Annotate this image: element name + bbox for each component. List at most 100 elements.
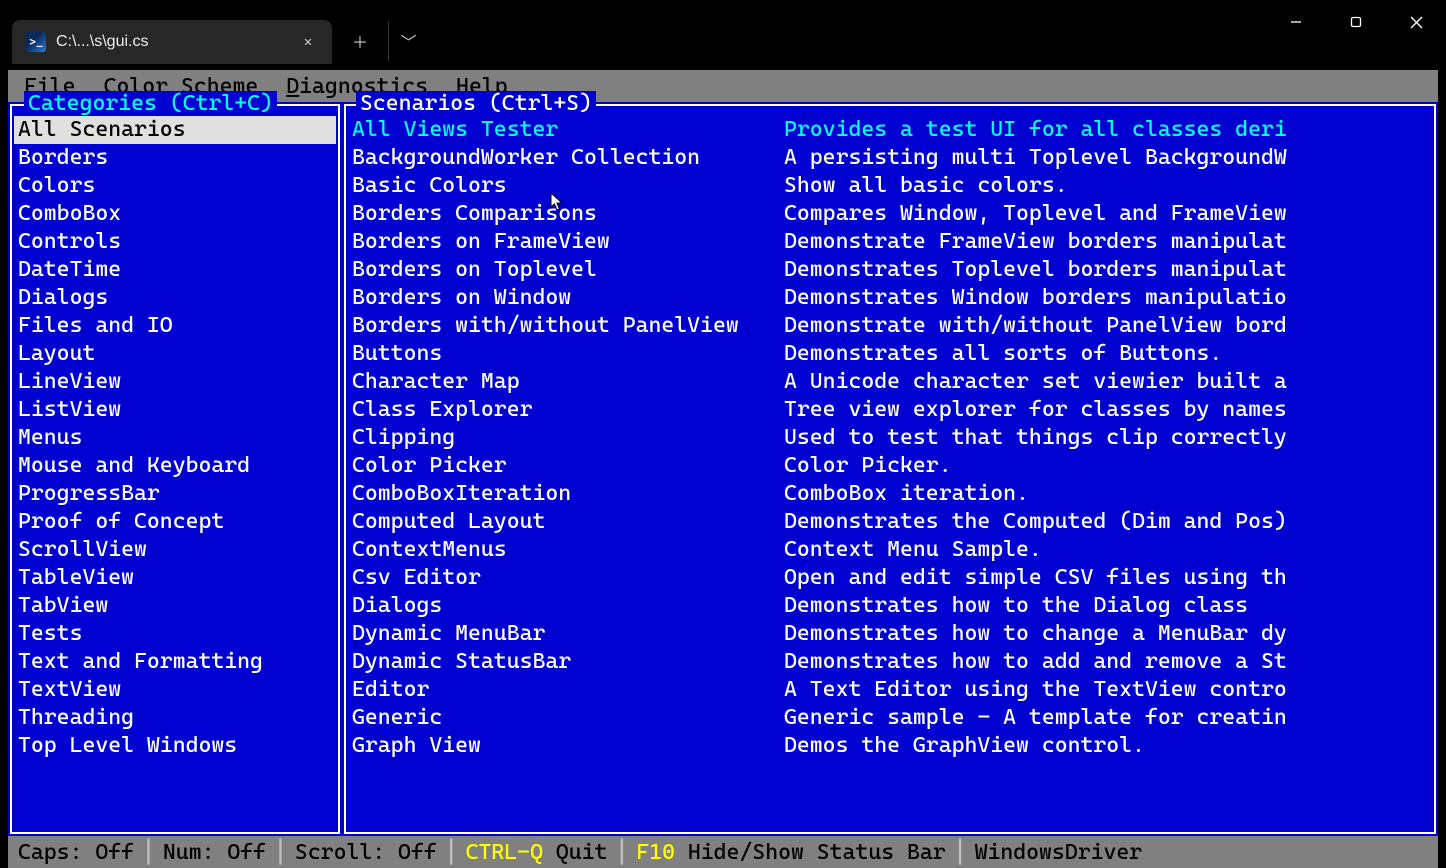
scenario-description: Demos the GraphView control.	[784, 732, 1428, 760]
category-item[interactable]: ComboBox	[14, 200, 336, 228]
scenario-item[interactable]: Borders with/without PanelViewDemonstrat…	[348, 312, 1432, 340]
minimize-button[interactable]	[1266, 0, 1326, 44]
category-item[interactable]: Top Level Windows	[14, 732, 336, 760]
category-item[interactable]: Threading	[14, 704, 336, 732]
scenario-name: Csv Editor	[352, 564, 784, 592]
scenario-name: ContextMenus	[352, 536, 784, 564]
category-item[interactable]: ListView	[14, 396, 336, 424]
scenario-description: Demonstrates Toplevel borders manipulat	[784, 256, 1428, 284]
category-item[interactable]: Layout	[14, 340, 336, 368]
scenario-name: Editor	[352, 676, 784, 704]
close-window-button[interactable]	[1386, 0, 1446, 44]
category-item[interactable]: Proof of Concept	[14, 508, 336, 536]
scenario-item[interactable]: Borders ComparisonsCompares Window, Topl…	[348, 200, 1432, 228]
scenario-name: Computed Layout	[352, 508, 784, 536]
categories-frame: Categories (Ctrl+C) All ScenariosBorders…	[10, 104, 340, 834]
scenario-description: ComboBox iteration.	[784, 480, 1428, 508]
scenario-name: All Views Tester	[352, 116, 784, 144]
scenario-description: Demonstrates all sorts of Buttons.	[784, 340, 1428, 368]
scenario-name: BackgroundWorker Collection	[352, 144, 784, 172]
tab-strip: >_ C:\...\s\gui.cs ✕ ＋ ﹀	[0, 0, 428, 64]
categories-list[interactable]: All ScenariosBordersColorsComboBoxContro…	[12, 106, 338, 762]
separator: │	[445, 840, 458, 865]
scenario-item[interactable]: ButtonsDemonstrates all sorts of Buttons…	[348, 340, 1432, 368]
category-item[interactable]: ProgressBar	[14, 480, 336, 508]
scenario-item[interactable]: ClippingUsed to test that things clip co…	[348, 424, 1432, 452]
scenario-description: Color Picker.	[784, 452, 1428, 480]
status-quit[interactable]: CTRL-Q Quit	[466, 840, 608, 865]
category-item[interactable]: ScrollView	[14, 536, 336, 564]
scenario-description: Generic sample - A template for creatin	[784, 704, 1428, 732]
status-bar: Caps: Off │ Num: Off │ Scroll: Off │ CTR…	[8, 836, 1438, 868]
category-item[interactable]: Menus	[14, 424, 336, 452]
scenarios-list[interactable]: All Views TesterProvides a test UI for a…	[346, 106, 1434, 762]
scenario-description: Context Menu Sample.	[784, 536, 1428, 564]
scenario-item[interactable]: Computed LayoutDemonstrates the Computed…	[348, 508, 1432, 536]
scenario-item[interactable]: Borders on ToplevelDemonstrates Toplevel…	[348, 256, 1432, 284]
scenario-name: Class Explorer	[352, 396, 784, 424]
scenario-description: Used to test that things clip correctly	[784, 424, 1428, 452]
scenario-description: A Text Editor using the TextView contro	[784, 676, 1428, 704]
maximize-button[interactable]	[1326, 0, 1386, 44]
category-item[interactable]: TabView	[14, 592, 336, 620]
scenario-description: Demonstrate FrameView borders manipulat	[784, 228, 1428, 256]
scenario-item[interactable]: BackgroundWorker CollectionA persisting …	[348, 144, 1432, 172]
scenario-item[interactable]: ContextMenusContext Menu Sample.	[348, 536, 1432, 564]
category-item[interactable]: All Scenarios	[14, 116, 336, 144]
category-item[interactable]: Colors	[14, 172, 336, 200]
category-item[interactable]: DateTime	[14, 256, 336, 284]
separator: │	[142, 840, 155, 865]
scenario-item[interactable]: Borders on WindowDemonstrates Window bor…	[348, 284, 1432, 312]
category-item[interactable]: Tests	[14, 620, 336, 648]
category-item[interactable]: Borders	[14, 144, 336, 172]
category-item[interactable]: TableView	[14, 564, 336, 592]
new-tab-button[interactable]: ＋	[340, 21, 380, 61]
categories-title: Categories (Ctrl+C)	[24, 91, 277, 116]
separator: │	[954, 840, 967, 865]
scenario-name: Borders with/without PanelView	[352, 312, 784, 340]
category-item[interactable]: Mouse and Keyboard	[14, 452, 336, 480]
scenario-description: Demonstrates how to the Dialog class	[784, 592, 1428, 620]
scenario-description: Tree view explorer for classes by names	[784, 396, 1428, 424]
scenario-item[interactable]: Class ExplorerTree view explorer for cla…	[348, 396, 1432, 424]
powershell-icon: >_	[26, 32, 46, 52]
scenario-item[interactable]: ComboBoxIterationComboBox iteration.	[348, 480, 1432, 508]
scenario-description: Open and edit simple CSV files using th	[784, 564, 1428, 592]
category-item[interactable]: Text and Formatting	[14, 648, 336, 676]
status-f10[interactable]: F10 Hide/Show Status Bar	[636, 840, 945, 865]
scenario-name: Character Map	[352, 368, 784, 396]
scenario-description: Provides a test UI for all classes deri	[784, 116, 1428, 144]
scenario-name: ComboBoxIteration	[352, 480, 784, 508]
separator: │	[274, 840, 287, 865]
scenarios-frame: Scenarios (Ctrl+S) All Views TesterProvi…	[344, 104, 1436, 834]
terminal-tab[interactable]: >_ C:\...\s\gui.cs ✕	[12, 20, 332, 64]
category-item[interactable]: Files and IO	[14, 312, 336, 340]
app-body: Categories (Ctrl+C) All ScenariosBorders…	[8, 102, 1438, 836]
scenario-item[interactable]: Dynamic StatusBarDemonstrates how to add…	[348, 648, 1432, 676]
scenario-description: Demonstrates Window borders manipulatio	[784, 284, 1428, 312]
scenario-name: Basic Colors	[352, 172, 784, 200]
scenario-item[interactable]: Basic ColorsShow all basic colors.	[348, 172, 1432, 200]
scenarios-title: Scenarios (Ctrl+S)	[356, 91, 596, 116]
scenario-item[interactable]: Dynamic MenuBarDemonstrates how to chang…	[348, 620, 1432, 648]
scenario-item[interactable]: DialogsDemonstrates how to the Dialog cl…	[348, 592, 1432, 620]
scenario-item[interactable]: EditorA Text Editor using the TextView c…	[348, 676, 1432, 704]
scenario-description: Compares Window, Toplevel and FrameView	[784, 200, 1428, 228]
scenario-item[interactable]: All Views TesterProvides a test UI for a…	[348, 116, 1432, 144]
scenario-description: Show all basic colors.	[784, 172, 1428, 200]
close-tab-button[interactable]: ✕	[298, 34, 318, 50]
scenario-name: Color Picker	[352, 452, 784, 480]
scenario-item[interactable]: GenericGeneric sample - A template for c…	[348, 704, 1432, 732]
category-item[interactable]: TextView	[14, 676, 336, 704]
category-item[interactable]: Dialogs	[14, 284, 336, 312]
scenario-name: Generic	[352, 704, 784, 732]
tab-dropdown-button[interactable]: ﹀	[388, 21, 428, 61]
category-item[interactable]: Controls	[14, 228, 336, 256]
category-item[interactable]: LineView	[14, 368, 336, 396]
scenario-item[interactable]: Csv EditorOpen and edit simple CSV files…	[348, 564, 1432, 592]
scenario-item[interactable]: Color PickerColor Picker.	[348, 452, 1432, 480]
scenario-item[interactable]: Borders on FrameViewDemonstrate FrameVie…	[348, 228, 1432, 256]
scenario-item[interactable]: Graph ViewDemos the GraphView control.	[348, 732, 1432, 760]
scenario-item[interactable]: Character MapA Unicode character set vie…	[348, 368, 1432, 396]
scenario-description: A persisting multi Toplevel BackgroundW	[784, 144, 1428, 172]
